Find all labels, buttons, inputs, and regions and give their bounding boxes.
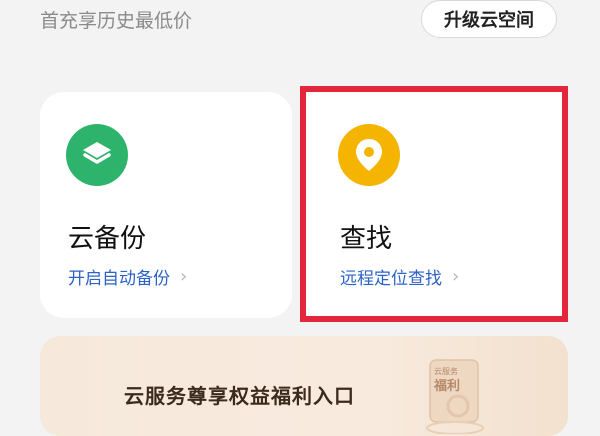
benefits-banner-text: 云服务尊享权益福利入口 xyxy=(124,384,355,408)
find-device-card[interactable]: 查找 远程定位查找 › xyxy=(300,86,568,322)
enable-auto-backup-label: 开启自动备份 xyxy=(68,269,170,289)
chevron-right-icon: › xyxy=(452,266,460,287)
upgrade-cloud-button[interactable]: 升级云空间 xyxy=(421,0,557,38)
gift-card-icon: 云服务 福利 xyxy=(426,359,484,434)
find-device-title: 查找 xyxy=(340,224,393,254)
cloud-backup-card[interactable]: 云备份 开启自动备份 › xyxy=(40,92,292,318)
chevron-right-icon: › xyxy=(180,266,188,287)
enable-auto-backup-link[interactable]: 开启自动备份 › xyxy=(68,264,187,289)
cloud-backup-title: 云备份 xyxy=(68,224,147,254)
gift-small-text: 云服务 xyxy=(434,366,458,376)
location-pin-icon xyxy=(338,124,400,186)
gift-badge-text: 福利 xyxy=(433,378,460,394)
promo-text: 首充享历史最低价 xyxy=(40,10,193,32)
remote-locate-link[interactable]: 远程定位查找 › xyxy=(340,264,459,289)
layers-icon xyxy=(66,124,128,186)
remote-locate-label: 远程定位查找 xyxy=(340,269,442,289)
